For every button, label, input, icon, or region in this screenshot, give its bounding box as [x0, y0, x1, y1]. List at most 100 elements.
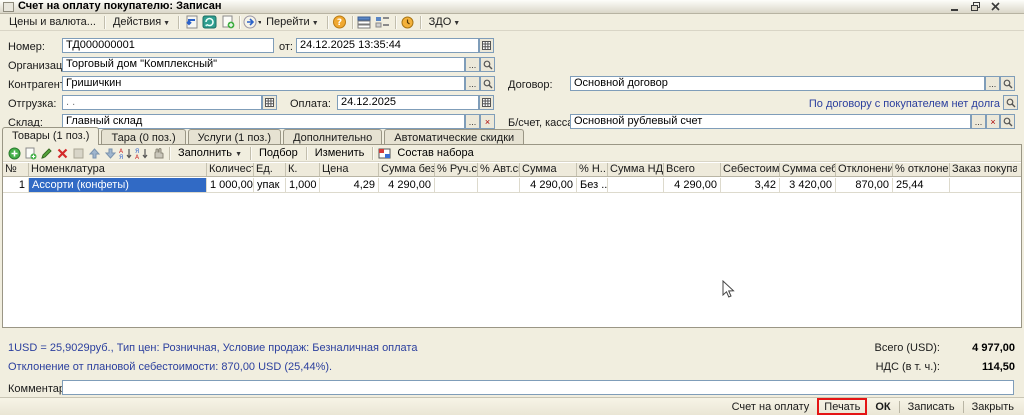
cell-customer-order[interactable] — [950, 178, 1017, 192]
shipment-label: Отгрузка: — [8, 98, 57, 110]
grid-toolbar-separator — [305, 146, 307, 160]
prices-currency-button[interactable]: Цены и валюта... — [4, 15, 101, 29]
payment-date-input[interactable]: 24.12.2025 — [337, 95, 479, 110]
cell-vat-sum[interactable] — [608, 178, 664, 192]
tab-additional[interactable]: Дополнительно — [283, 129, 383, 145]
account-clear-button[interactable]: × — [986, 114, 1000, 129]
col-header-sum: Сумма — [520, 163, 577, 176]
window-title: Счет на оплату покупателю: Записан — [18, 0, 222, 12]
edit-row-icon[interactable] — [38, 146, 54, 160]
cell-nomenclature[interactable]: Ассорти (конфеты) — [29, 178, 207, 192]
pick-button[interactable]: Подбор — [254, 146, 303, 160]
close-button[interactable] — [988, 1, 1002, 12]
contract-search-button[interactable] — [1000, 76, 1015, 91]
tab-auto-discounts[interactable]: Автоматические скидки — [384, 129, 525, 145]
delete-row-icon[interactable] — [54, 146, 70, 160]
date-input[interactable]: 24.12.2025 13:35:44 — [296, 38, 479, 53]
change-button[interactable]: Изменить — [310, 146, 370, 160]
cell-unit[interactable]: упак — [254, 178, 286, 192]
help-icon[interactable]: ? — [331, 15, 349, 30]
contract-label: Договор: — [508, 79, 553, 91]
organization-search-button[interactable] — [480, 57, 495, 72]
cell-sum-without[interactable]: 4 290,00 — [379, 178, 435, 192]
cell-cost-sum[interactable]: 3 420,00 — [780, 178, 836, 192]
sort-asc-icon[interactable]: АЯ — [118, 146, 134, 160]
cell-manual-discount[interactable] — [435, 178, 478, 192]
cell-auto-discount[interactable] — [478, 178, 520, 192]
fill-menu-button[interactable]: Заполнить ▼ — [173, 146, 247, 160]
col-header-deviation-percent: % отклонения — [895, 163, 950, 176]
cell-vat-percent[interactable]: Без .. — [577, 178, 608, 192]
contractor-input[interactable]: Гришичкин — [62, 76, 465, 91]
svg-text:?: ? — [337, 18, 342, 28]
toolbar-separator — [351, 15, 353, 29]
grid-toolbar-separator — [250, 146, 252, 160]
goto-menu-button[interactable]: Перейти ▼ — [261, 15, 324, 29]
account-input[interactable]: Основной рублевый счет — [570, 114, 971, 129]
copy-new-icon[interactable] — [218, 15, 236, 30]
timer-icon[interactable] — [399, 15, 417, 30]
organization-ellipsis-button[interactable]: ... — [465, 57, 480, 72]
ok-button[interactable]: ОК — [869, 400, 896, 414]
cell-quantity[interactable]: 1 000,000 — [207, 178, 254, 192]
table-row[interactable]: 1 Ассорти (конфеты) 1 000,000 упак 1,000… — [3, 178, 1021, 193]
contract-ellipsis-button[interactable]: ... — [985, 76, 1000, 91]
cell-num[interactable]: 1 — [3, 178, 29, 192]
shipment-date-input[interactable]: . . — [62, 95, 262, 110]
cell-deviation[interactable]: 870,00 — [836, 178, 893, 192]
list-settings-icon[interactable] — [356, 15, 374, 30]
col-header-nomenclature: Номенклатура — [29, 163, 207, 176]
cell-k[interactable]: 1,000 — [286, 178, 320, 192]
zdo-menu-button[interactable]: ЗДО ▼ — [424, 15, 466, 29]
grid-toolbar-separator — [169, 146, 170, 160]
cell-total[interactable]: 4 290,00 — [664, 178, 721, 192]
add-row-icon[interactable] — [6, 146, 22, 160]
move-down-icon[interactable] — [102, 146, 118, 160]
save-button[interactable]: Записать — [902, 400, 961, 414]
deviation-info-text: Отклонение от плановой себестоимости: 87… — [8, 361, 333, 373]
end-edit-icon[interactable] — [70, 146, 86, 160]
invoice-print-form-button[interactable]: Счет на оплату — [726, 400, 816, 414]
close-form-button[interactable]: Закрыть — [966, 400, 1020, 414]
cell-cost[interactable]: 3,42 — [721, 178, 780, 192]
post-document-icon[interactable] — [182, 15, 200, 30]
account-ellipsis-button[interactable]: ... — [971, 114, 986, 129]
account-search-button[interactable] — [1000, 114, 1015, 129]
vat-value: 114,50 — [981, 361, 1015, 373]
date-calendar-button[interactable] — [479, 38, 494, 53]
col-header-price: Цена — [320, 163, 379, 176]
comment-input[interactable] — [62, 380, 1014, 395]
hand-input-icon[interactable] — [150, 146, 166, 160]
tab-services[interactable]: Услуги (1 поз.) — [187, 129, 282, 145]
number-input[interactable]: ТД000000001 — [62, 38, 274, 53]
sort-desc-icon[interactable]: ЯА — [134, 146, 150, 160]
col-header-vat-percent: % Н.. — [577, 163, 608, 176]
grid-toolbar: АЯ ЯА Заполнить ▼ Подбор Изменить Состав… — [3, 145, 1021, 162]
cell-deviation-percent[interactable]: 25,44 — [893, 178, 950, 192]
grid-header-row: № Номенклатура Количест.. Ед. К. Цена Су… — [3, 163, 1021, 177]
tab-tare[interactable]: Тара (0 поз.) — [101, 129, 186, 145]
go-arrow-icon[interactable] — [243, 15, 262, 30]
toolbar-separator — [239, 15, 241, 29]
cell-price[interactable]: 4,29 — [320, 178, 379, 192]
minimize-button[interactable] — [948, 1, 962, 12]
tab-goods[interactable]: Товары (1 поз.) — [2, 127, 100, 145]
move-up-icon[interactable] — [86, 146, 102, 160]
cell-sum[interactable]: 4 290,00 — [520, 178, 577, 192]
print-button[interactable]: Печать — [822, 400, 862, 414]
copy-row-icon[interactable] — [22, 146, 38, 160]
print-button-highlight: Печать — [817, 398, 868, 415]
contractor-ellipsis-button[interactable]: ... — [465, 76, 480, 91]
shipment-calendar-button[interactable] — [262, 95, 277, 110]
organization-input[interactable]: Торговый дом "Комплексный" — [62, 57, 465, 72]
no-debt-search-button[interactable] — [1003, 95, 1018, 110]
restore-button[interactable] — [968, 1, 982, 12]
actions-menu-button[interactable]: Действия ▼ — [108, 15, 175, 29]
contractor-search-button[interactable] — [480, 76, 495, 91]
report-settings-icon[interactable] — [374, 15, 392, 30]
refresh-icon[interactable] — [200, 15, 218, 30]
contract-input[interactable]: Основной договор — [570, 76, 985, 91]
set-content-button[interactable]: Состав набора — [392, 146, 478, 160]
toolbar-separator — [419, 15, 421, 29]
payment-calendar-button[interactable] — [479, 95, 494, 110]
